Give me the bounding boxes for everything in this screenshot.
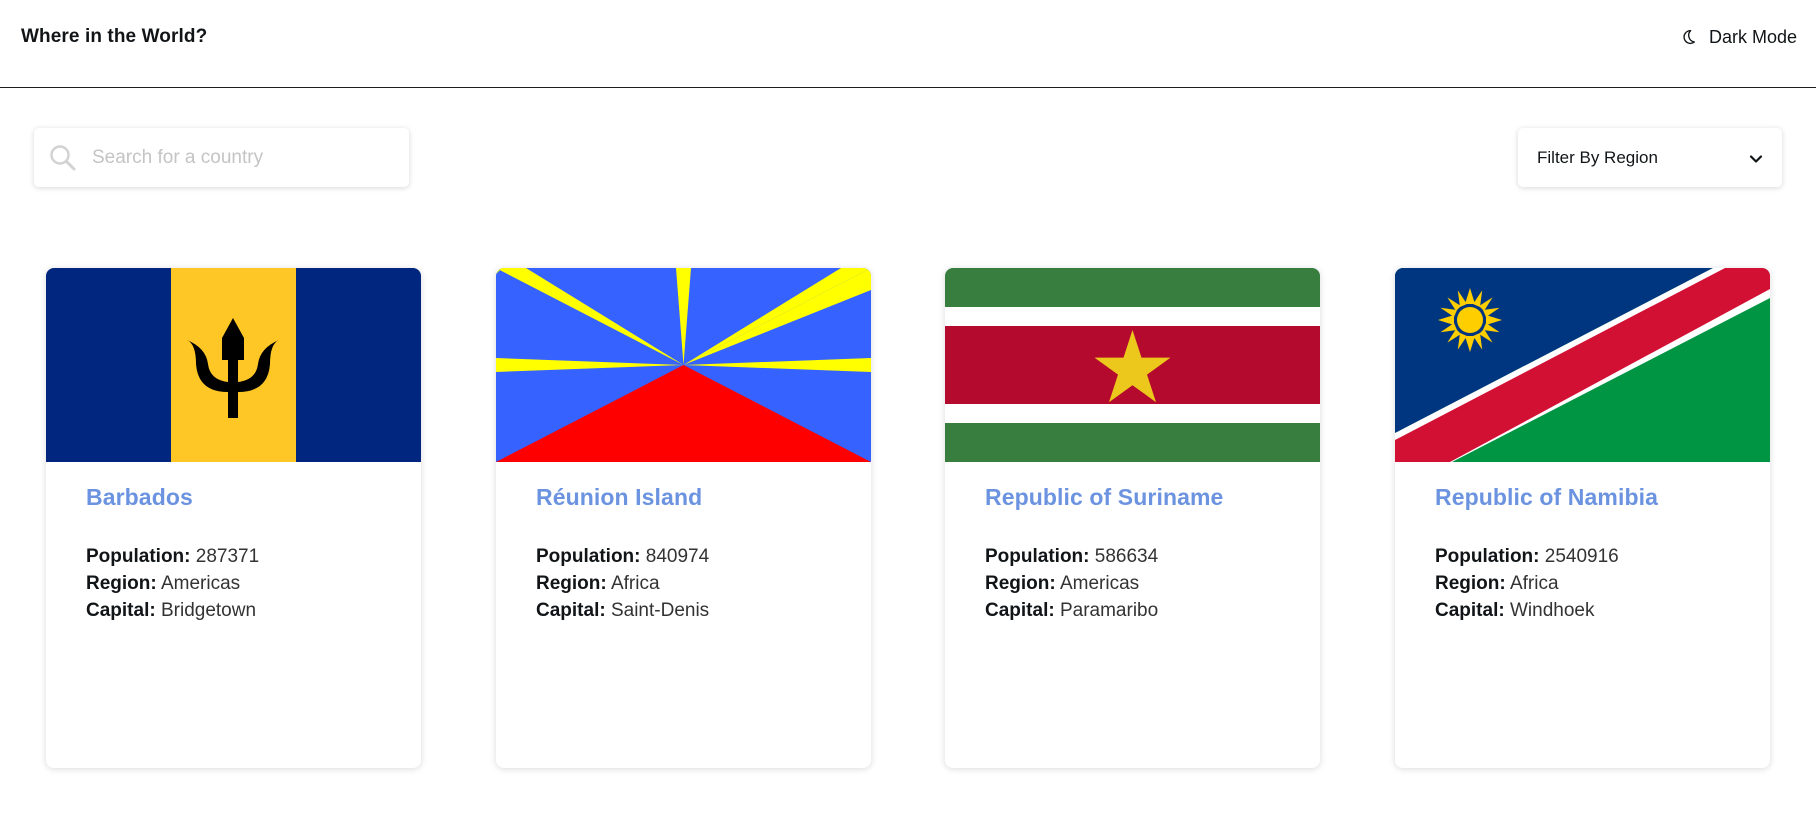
population-row: Population: 287371 <box>86 546 260 567</box>
app-title: Where in the World? <box>21 26 208 47</box>
search-icon <box>50 144 76 170</box>
capital-row: Capital: Paramaribo <box>985 600 1159 621</box>
moon-icon <box>1683 29 1696 45</box>
region-row: Region: Africa <box>536 573 660 594</box>
population-row: Population: 840974 <box>536 546 710 567</box>
population-value: 586634 <box>1094 546 1159 567</box>
capital-value: Saint-Denis <box>610 600 710 621</box>
country-name: Barbados <box>86 484 193 510</box>
capital-value: Windhoek <box>1509 600 1595 621</box>
country-name: Republic of Suriname <box>985 484 1224 510</box>
dark-mode-toggle[interactable]: Dark Mode <box>1679 22 1797 52</box>
capital-row: Capital: Bridgetown <box>86 600 257 621</box>
country-name: Republic of Namibia <box>1435 484 1658 510</box>
search-input[interactable] <box>92 137 392 178</box>
capital-row: Capital: Windhoek <box>1435 600 1595 621</box>
country-card[interactable]: Réunion Island Population: 840974 Region… <box>496 268 871 768</box>
region-row: Region: Americas <box>985 573 1140 594</box>
region-value: Americas <box>1059 573 1140 594</box>
population-row: Population: 586634 <box>985 546 1159 567</box>
region-value: Africa <box>610 573 660 594</box>
region-value: Americas <box>160 573 241 594</box>
suriname-flag <box>945 268 1320 462</box>
population-value: 840974 <box>645 546 710 567</box>
population-row: Population: 2540916 <box>1435 546 1619 567</box>
country-name: Réunion Island <box>536 484 703 510</box>
dark-mode-label: Dark Mode <box>1708 26 1797 47</box>
region-row: Region: Americas <box>86 573 241 594</box>
chevron-down-icon <box>1749 155 1763 163</box>
region-value: Africa <box>1509 573 1559 594</box>
app-header: Where in the World? Dark Mode <box>0 0 1816 88</box>
population-value: 2540916 <box>1544 546 1619 567</box>
country-card[interactable]: Republic of Namibia Population: 2540916 … <box>1395 268 1770 768</box>
capital-value: Paramaribo <box>1059 600 1159 621</box>
search-box[interactable] <box>34 128 409 187</box>
filter-by-region-dropdown[interactable]: Filter By Region <box>1518 128 1782 187</box>
filter-label: Filter By Region <box>1537 147 1658 167</box>
namibia-flag <box>1395 268 1770 462</box>
population-value: 287371 <box>195 546 260 567</box>
country-card[interactable]: Barbados Population: 287371 Region: Amer… <box>46 268 421 768</box>
capital-row: Capital: Saint-Denis <box>536 600 710 621</box>
barbados-flag <box>46 268 421 462</box>
country-card[interactable]: Republic of Suriname Population: 586634 … <box>945 268 1320 768</box>
region-row: Region: Africa <box>1435 573 1559 594</box>
capital-value: Bridgetown <box>160 600 257 621</box>
reunion-flag <box>496 268 871 462</box>
